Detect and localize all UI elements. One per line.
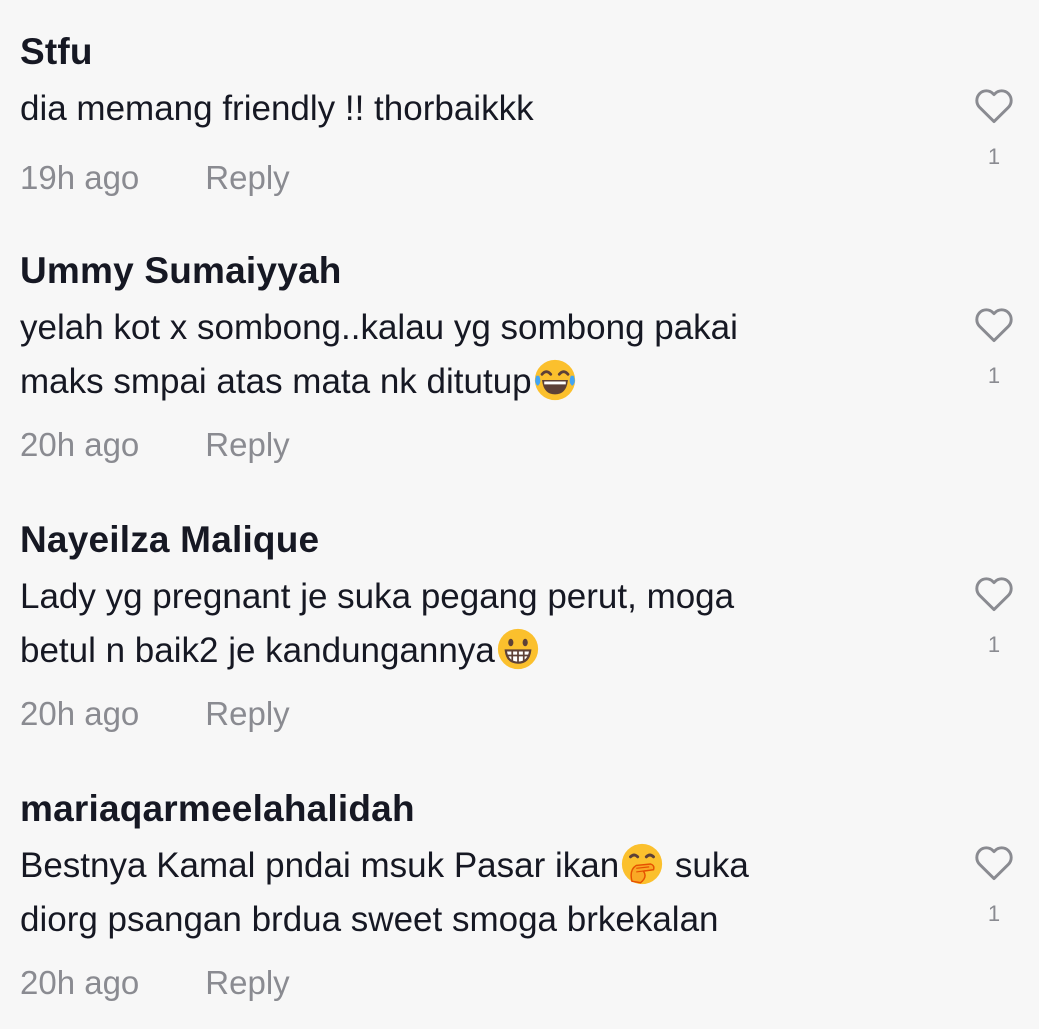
comment-meta: 19h ago Reply — [20, 156, 290, 200]
like-count: 1 — [987, 144, 1001, 169]
comment-text-line: dia memang friendly !! thorbaikkk — [20, 89, 534, 128]
comment-meta: 20h ago Reply — [20, 423, 290, 467]
comment-username[interactable]: Stfu — [20, 24, 93, 80]
tears-of-joy-emoji — [534, 359, 575, 401]
comment-text-segment: maks smpai atas mata nk ditutup — [20, 362, 532, 401]
comment-meta: 20h ago Reply — [20, 961, 290, 1005]
reply-button[interactable]: Reply — [205, 426, 289, 463]
like-count: 1 — [987, 363, 1001, 388]
comment-meta: 20h ago Reply — [20, 692, 290, 736]
grinning-face-emoji — [497, 628, 538, 670]
like-control: 1 — [970, 303, 1018, 389]
heart-outline-icon[interactable] — [971, 841, 1017, 885]
comment-text-line: yelah kot x sombong..kalau yg sombong pa… — [20, 308, 738, 347]
comment-timestamp: 19h ago — [20, 159, 140, 196]
like-count: 1 — [987, 632, 1001, 657]
comment-timestamp: 20h ago — [20, 426, 140, 463]
comment-text-segment: betul n baik2 je kandungannya — [20, 631, 495, 670]
comment-text-segment: Bestnya Kamal pndai msuk Pasar ikan — [20, 846, 620, 885]
hand-over-mouth-emoji — [622, 843, 663, 885]
comment-text-line: betul n baik2 je kandungannya — [20, 624, 920, 678]
like-control: 1 — [970, 841, 1018, 927]
comment-username[interactable]: Nayeilza Malique — [20, 512, 319, 568]
comment-text: Lady yg pregnant je suka pegang perut, m… — [20, 570, 920, 678]
comment-username[interactable]: mariaqarmeelahalidah — [20, 781, 415, 837]
comment-text: Bestnya Kamal pndai msuk Pasar ikan suka… — [20, 839, 920, 947]
comment-text-line: diorg psangan brdua sweet smoga brkekala… — [20, 900, 719, 939]
heart-outline-icon[interactable] — [971, 303, 1017, 347]
like-control: 1 — [970, 84, 1018, 170]
reply-button[interactable]: Reply — [205, 695, 289, 732]
comment-text: dia memang friendly !! thorbaikkk — [20, 82, 920, 136]
reply-button[interactable]: Reply — [205, 159, 289, 196]
comment-username[interactable]: Ummy Sumaiyyah — [20, 243, 342, 299]
heart-outline-icon[interactable] — [971, 84, 1017, 128]
like-count: 1 — [987, 901, 1001, 926]
comment-text-line: Lady yg pregnant je suka pegang perut, m… — [20, 577, 735, 616]
comment-text-line: Bestnya Kamal pndai msuk Pasar ikan suka — [20, 839, 920, 893]
comment-timestamp: 20h ago — [20, 695, 140, 732]
reply-button[interactable]: Reply — [205, 964, 289, 1001]
like-control: 1 — [970, 572, 1018, 658]
comment-text-line: maks smpai atas mata nk ditutup — [20, 355, 920, 409]
comment-text: yelah kot x sombong..kalau yg sombong pa… — [20, 301, 920, 409]
comment-timestamp: 20h ago — [20, 964, 140, 1001]
heart-outline-icon[interactable] — [971, 572, 1017, 616]
comment-text-segment: suka — [665, 846, 749, 885]
